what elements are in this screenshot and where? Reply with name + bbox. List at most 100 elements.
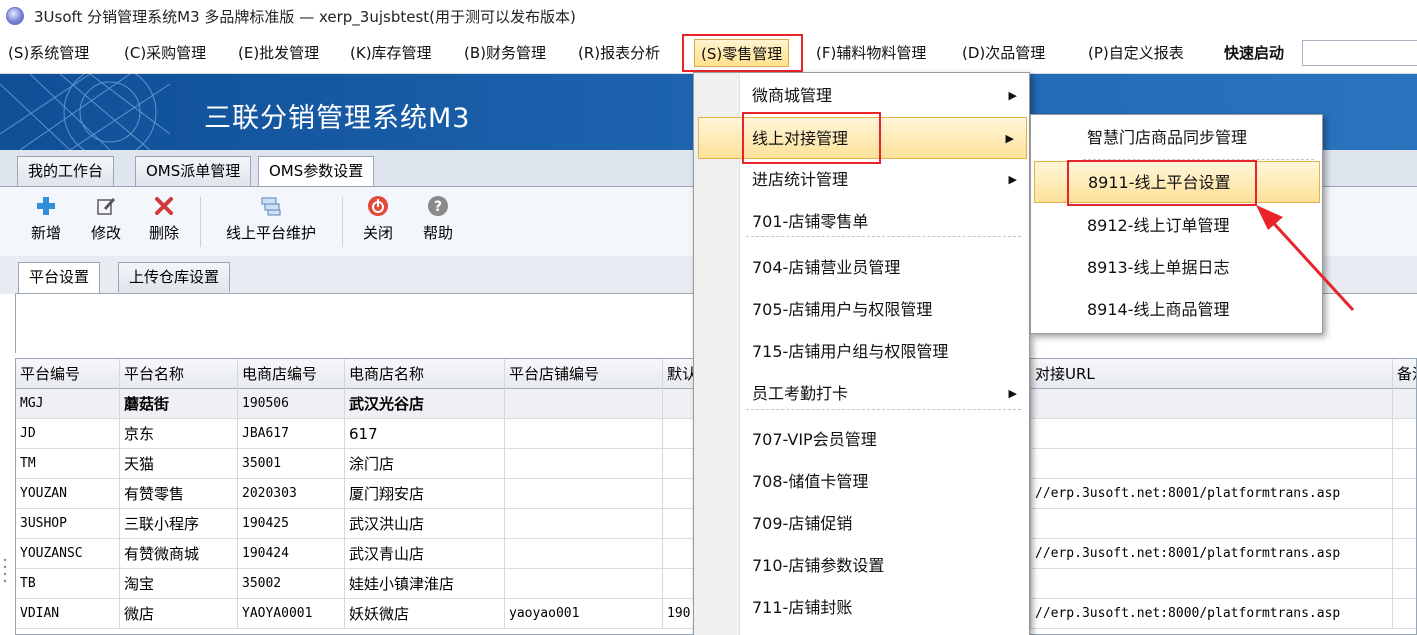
table-cell[interactable] bbox=[1031, 449, 1393, 479]
help-icon: ? bbox=[428, 196, 448, 216]
table-cell[interactable]: 617 bbox=[345, 419, 505, 449]
menu-reports[interactable]: (R)报表分析 bbox=[578, 39, 660, 67]
table-cell[interactable] bbox=[505, 389, 663, 419]
table-cell[interactable]: YOUZANSC bbox=[16, 539, 120, 569]
close-button[interactable]: 关闭 bbox=[356, 195, 400, 243]
retail-menu-item[interactable]: 705-店铺用户与权限管理 bbox=[694, 289, 1029, 331]
retail-menu-item[interactable]: 微商城管理 ▶ bbox=[694, 75, 1029, 117]
table-cell[interactable] bbox=[1393, 599, 1416, 629]
table-cell[interactable]: 190424 bbox=[238, 539, 345, 569]
table-cell[interactable] bbox=[1393, 479, 1416, 509]
table-cell[interactable]: //erp.3usoft.net:8001/platformtrans.asp bbox=[1031, 539, 1393, 569]
table-cell[interactable]: 武汉洪山店 bbox=[345, 509, 505, 539]
table-cell[interactable]: 京东 bbox=[120, 419, 238, 449]
table-cell[interactable]: 蘑菇街 bbox=[120, 389, 238, 419]
online-menu-item[interactable]: 8913-线上单据日志 bbox=[1031, 247, 1322, 289]
subtab-warehouse-settings[interactable]: 上传仓库设置 bbox=[118, 262, 231, 292]
table-cell[interactable]: 有赞微商城 bbox=[120, 539, 238, 569]
table-cell[interactable] bbox=[505, 479, 663, 509]
menu-defective[interactable]: (D)次品管理 bbox=[962, 39, 1045, 67]
table-cell[interactable]: yaoyao001 bbox=[505, 599, 663, 629]
online-menu-item[interactable]: 8912-线上订单管理 bbox=[1031, 205, 1322, 247]
table-cell[interactable] bbox=[1031, 569, 1393, 599]
table-cell[interactable]: 厦门翔安店 bbox=[345, 479, 505, 509]
edit-button[interactable]: 修改 bbox=[84, 195, 128, 243]
table-cell[interactable]: MGJ bbox=[16, 389, 120, 419]
delete-button[interactable]: 删除 bbox=[142, 195, 186, 243]
retail-menu-item[interactable]: 711-店铺封账 bbox=[694, 587, 1029, 629]
table-cell[interactable]: 淘宝 bbox=[120, 569, 238, 599]
table-cell[interactable] bbox=[1031, 509, 1393, 539]
table-cell[interactable] bbox=[1393, 389, 1416, 419]
table-cell[interactable]: 190506 bbox=[238, 389, 345, 419]
menu-system[interactable]: (S)系统管理 bbox=[8, 39, 89, 67]
table-cell[interactable]: 天猫 bbox=[120, 449, 238, 479]
table-cell[interactable]: 微店 bbox=[120, 599, 238, 629]
column-header[interactable]: 对接URL bbox=[1031, 359, 1393, 389]
column-header[interactable]: 电商店编号 bbox=[238, 359, 345, 389]
table-cell[interactable] bbox=[1393, 569, 1416, 599]
table-cell[interactable]: //erp.3usoft.net:8001/platformtrans.asp bbox=[1031, 479, 1393, 509]
table-cell[interactable]: YAOYA0001 bbox=[238, 599, 345, 629]
table-cell[interactable]: 娃娃小镇津淮店 bbox=[345, 569, 505, 599]
tab-oms-dispatch[interactable]: OMS派单管理 bbox=[135, 156, 252, 186]
column-header[interactable]: 平台店铺编号 bbox=[505, 359, 663, 389]
table-cell[interactable]: VDIAN bbox=[16, 599, 120, 629]
table-cell[interactable] bbox=[1393, 539, 1416, 569]
menu-inventory[interactable]: (K)库存管理 bbox=[350, 39, 432, 67]
table-cell[interactable] bbox=[1031, 419, 1393, 449]
table-cell[interactable] bbox=[505, 539, 663, 569]
column-header[interactable]: 电商店名称 bbox=[345, 359, 505, 389]
splitter-grip-icon[interactable] bbox=[2, 555, 8, 585]
table-cell[interactable] bbox=[505, 569, 663, 599]
table-cell[interactable]: 涂门店 bbox=[345, 449, 505, 479]
menu-purchase[interactable]: (C)采购管理 bbox=[124, 39, 206, 67]
table-cell[interactable] bbox=[1031, 389, 1393, 419]
table-cell[interactable]: 三联小程序 bbox=[120, 509, 238, 539]
retail-menu-item[interactable]: 710-店铺参数设置 bbox=[694, 545, 1029, 587]
table-cell[interactable]: JBA617 bbox=[238, 419, 345, 449]
retail-menu-item[interactable]: 715-店铺用户组与权限管理 bbox=[694, 331, 1029, 373]
quick-launch-input[interactable] bbox=[1302, 40, 1417, 66]
table-cell[interactable] bbox=[505, 449, 663, 479]
retail-menu-item[interactable]: 707-VIP会员管理 bbox=[694, 419, 1029, 461]
column-header[interactable]: 平台编号 bbox=[16, 359, 120, 389]
table-cell[interactable]: TM bbox=[16, 449, 120, 479]
table-cell[interactable]: 有赞零售 bbox=[120, 479, 238, 509]
table-cell[interactable]: //erp.3usoft.net:8000/platformtrans.asp bbox=[1031, 599, 1393, 629]
table-cell[interactable]: 武汉光谷店 bbox=[345, 389, 505, 419]
retail-menu-item[interactable]: 进店统计管理 ▶ bbox=[694, 159, 1029, 201]
retail-menu-item[interactable]: 708-储值卡管理 bbox=[694, 461, 1029, 503]
column-header[interactable]: 平台名称 bbox=[120, 359, 238, 389]
tab-workbench[interactable]: 我的工作台 bbox=[17, 156, 115, 186]
column-header[interactable]: 备注 bbox=[1393, 359, 1416, 389]
table-cell[interactable]: JD bbox=[16, 419, 120, 449]
table-cell[interactable]: 35001 bbox=[238, 449, 345, 479]
table-cell[interactable] bbox=[505, 509, 663, 539]
table-cell[interactable]: 190425 bbox=[238, 509, 345, 539]
table-cell[interactable] bbox=[505, 419, 663, 449]
table-cell[interactable]: 武汉青山店 bbox=[345, 539, 505, 569]
subtab-platform-settings[interactable]: 平台设置 bbox=[18, 262, 101, 293]
menu-wholesale[interactable]: (E)批发管理 bbox=[238, 39, 319, 67]
platform-maintain-button[interactable]: 线上平台维护 bbox=[214, 195, 328, 243]
table-cell[interactable] bbox=[1393, 509, 1416, 539]
menu-materials[interactable]: (F)辅料物料管理 bbox=[816, 39, 926, 67]
add-button[interactable]: 新增 bbox=[24, 195, 68, 243]
tab-oms-settings[interactable]: OMS参数设置 bbox=[258, 156, 375, 187]
retail-menu-item[interactable]: 709-店铺促销 bbox=[694, 503, 1029, 545]
menu-finance[interactable]: (B)财务管理 bbox=[464, 39, 546, 67]
table-cell[interactable]: 3USHOP bbox=[16, 509, 120, 539]
table-cell[interactable]: 2020303 bbox=[238, 479, 345, 509]
table-cell[interactable]: 35002 bbox=[238, 569, 345, 599]
table-cell[interactable]: TB bbox=[16, 569, 120, 599]
table-cell[interactable] bbox=[1393, 449, 1416, 479]
retail-menu-item[interactable]: 704-店铺营业员管理 bbox=[694, 247, 1029, 289]
menu-custom-report[interactable]: (P)自定义报表 bbox=[1088, 39, 1184, 67]
online-menu-item[interactable]: 8914-线上商品管理 bbox=[1031, 289, 1322, 331]
help-button[interactable]: ? 帮助 bbox=[416, 195, 460, 243]
table-cell[interactable]: YOUZAN bbox=[16, 479, 120, 509]
table-cell[interactable] bbox=[1393, 419, 1416, 449]
table-cell[interactable]: 妖妖微店 bbox=[345, 599, 505, 629]
online-menu-item[interactable]: 智慧门店商品同步管理 bbox=[1031, 117, 1322, 159]
